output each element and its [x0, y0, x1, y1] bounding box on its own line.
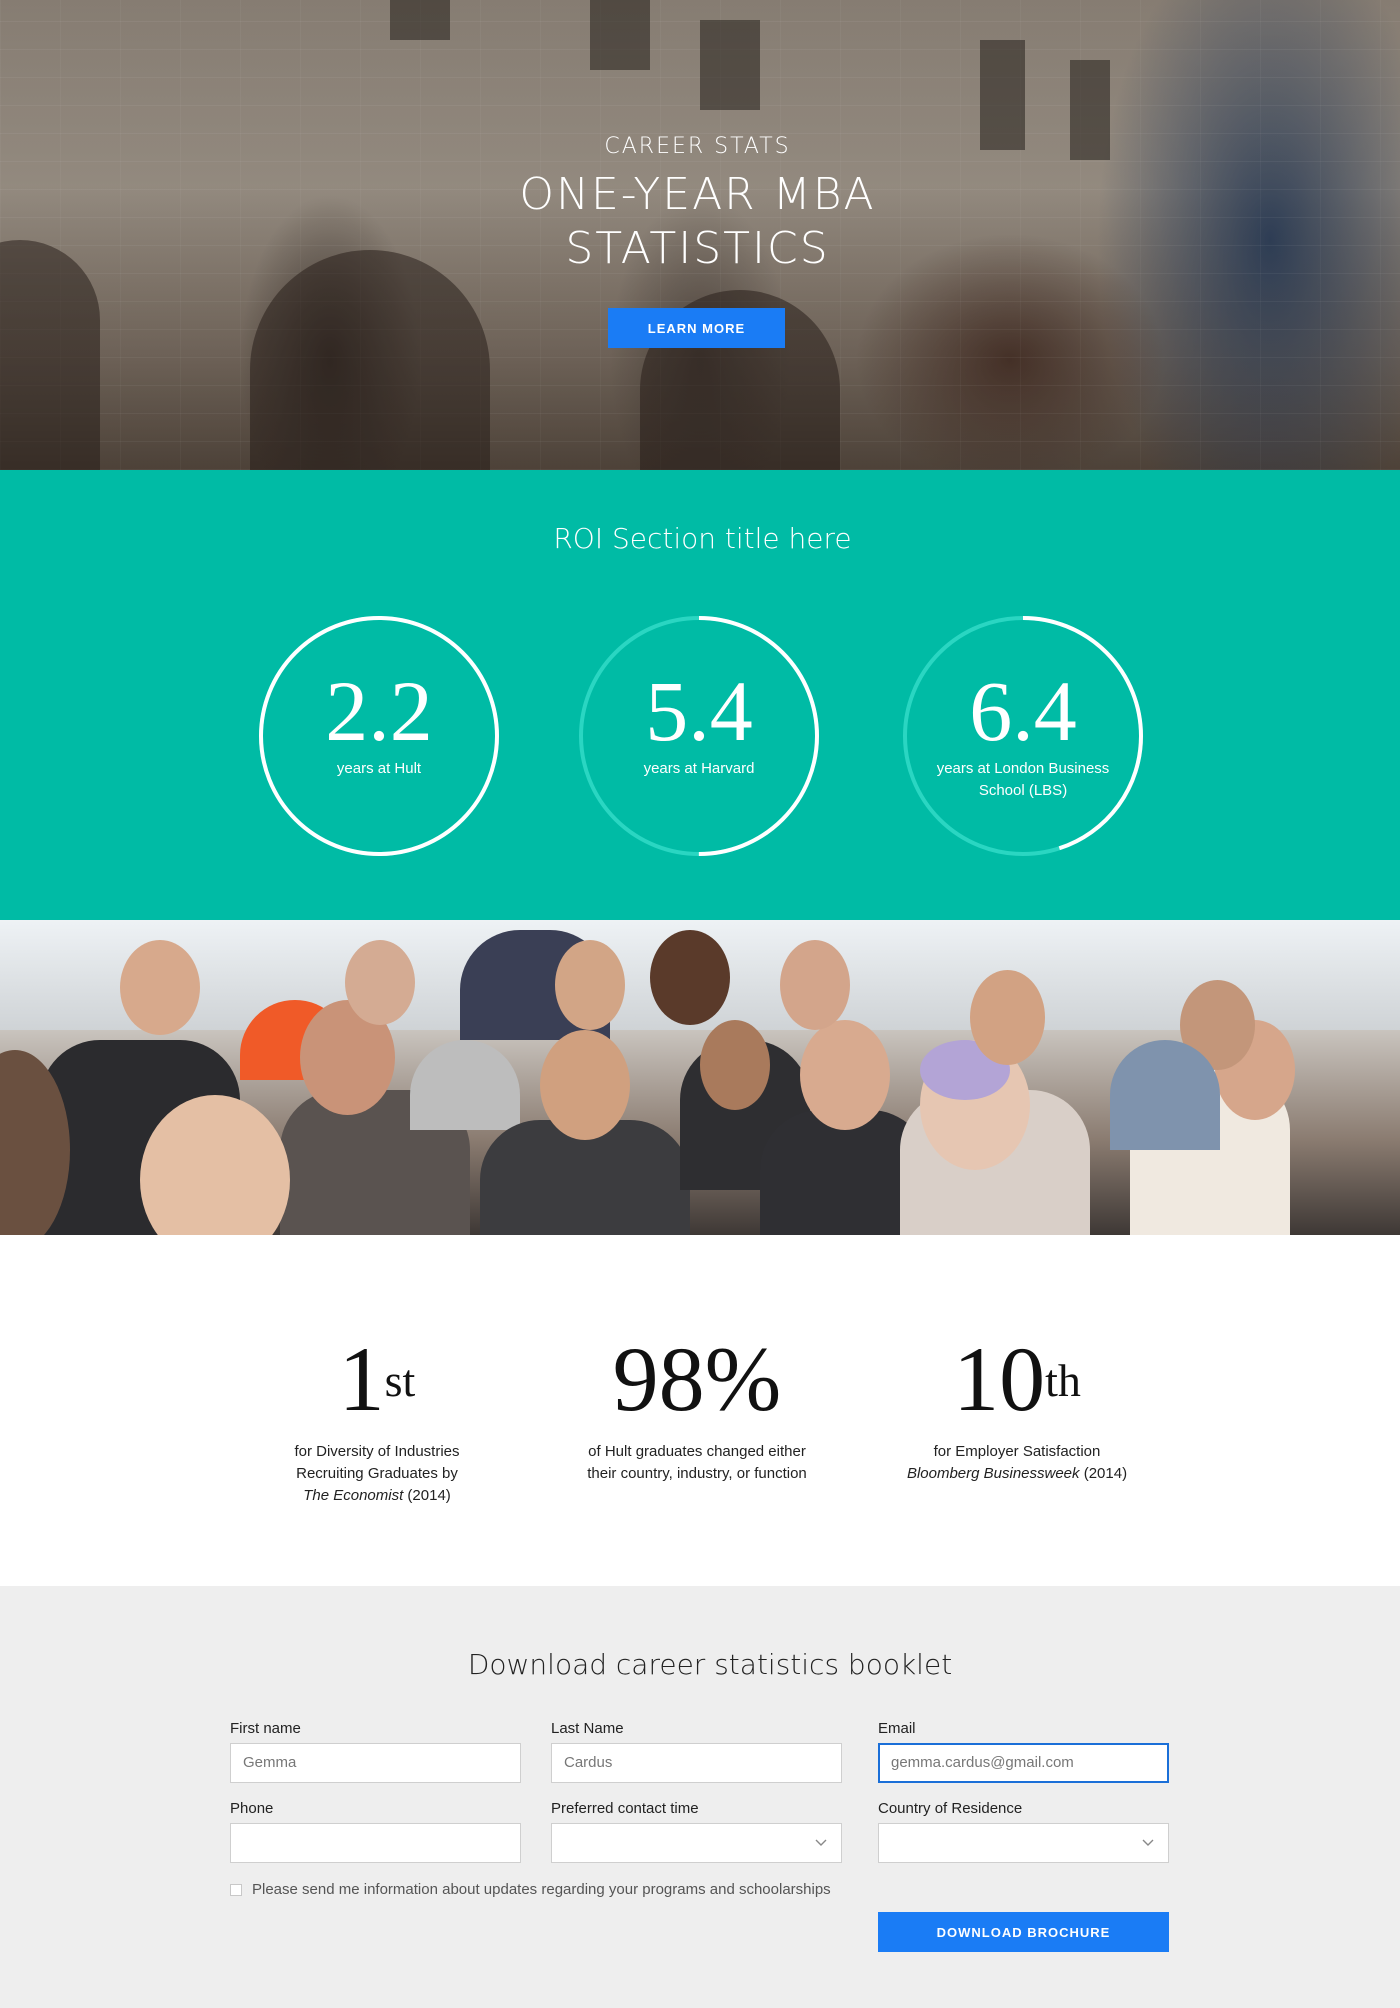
- photo-face: [970, 970, 1045, 1065]
- ranking-line: for Diversity of Industries: [294, 1443, 460, 1460]
- roi-value: 2.2: [325, 663, 433, 759]
- photo-face: [780, 940, 850, 1030]
- ranking-employer-satisfaction: 10th for Employer Satisfaction Bloomberg…: [877, 1329, 1157, 1485]
- photo-face: [345, 940, 415, 1025]
- hero-title: ONE-YEAR MBA STATISTICS: [0, 168, 1395, 276]
- classroom-photo: [0, 920, 1400, 1235]
- roi-label: years at Harvard: [643, 760, 755, 777]
- roi-value: 6.4: [969, 663, 1077, 759]
- chevron-down-icon: [815, 1839, 827, 1846]
- roi-stat-lbs: 6.4 years at London Business School (LBS…: [901, 614, 1145, 858]
- contact-time-select[interactable]: [551, 1823, 842, 1863]
- roi-label: years at London Business School (LBS): [936, 760, 1110, 799]
- consent-checkbox[interactable]: [230, 1884, 242, 1896]
- ranking-source-name: Bloomberg Businessweek: [906, 1465, 1080, 1482]
- photo-face: [540, 1030, 630, 1140]
- email-label: Email: [878, 1720, 916, 1737]
- ranking-source: Bloomberg Businessweek (2014): [877, 1463, 1157, 1485]
- ranking-diversity: 1st for Diversity of Industries Recruiti…: [237, 1329, 517, 1507]
- email-field[interactable]: gemma.cardus@gmail.com: [878, 1743, 1169, 1783]
- hero-title-line: STATISTICS: [565, 223, 830, 274]
- hero-banner: CAREER STATS ONE-YEAR MBA STATISTICS LEA…: [0, 0, 1400, 470]
- ranking-number: 98%: [557, 1329, 837, 1429]
- ranking-number: 10th: [877, 1329, 1157, 1429]
- photo-person: [1110, 1040, 1220, 1150]
- first-name-label: First name: [230, 1720, 301, 1737]
- photo-laptop: [410, 1040, 520, 1130]
- ranking-description: for Diversity of Industries Recruiting G…: [237, 1441, 517, 1507]
- photo-face: [120, 940, 200, 1035]
- photo-face: [555, 940, 625, 1030]
- country-label: Country of Residence: [878, 1800, 1023, 1817]
- last-name-label: Last Name: [551, 1720, 624, 1737]
- brochure-form: Download career statistics booklet First…: [0, 1586, 1400, 2008]
- consent-label: Please send me information about updates…: [252, 1881, 831, 1898]
- ranking-description: of Hult graduates changed either their c…: [557, 1441, 837, 1485]
- roi-section: ROI Section title here 2.2 years at Hult…: [0, 470, 1400, 920]
- hero-kicker: CAREER STATS: [604, 134, 791, 159]
- rankings-section: 1st for Diversity of Industries Recruiti…: [0, 1235, 1400, 1586]
- ranking-source: The Economist (2014): [237, 1485, 517, 1507]
- learn-more-button[interactable]: LEARN MORE: [608, 308, 785, 348]
- phone-label: Phone: [230, 1800, 274, 1817]
- ranking-suffix: th: [1045, 1355, 1081, 1406]
- ranking-source-name: The Economist: [303, 1487, 404, 1504]
- roi-value: 5.4: [645, 663, 753, 759]
- ranking-career-change: 98% of Hult graduates changed either the…: [557, 1329, 837, 1485]
- roi-label: years at Hult: [336, 760, 422, 777]
- ranking-number: 1st: [237, 1329, 517, 1429]
- roi-stat-harvard: 5.4 years at Harvard: [577, 614, 821, 858]
- ranking-line: for Employer Satisfaction: [933, 1443, 1101, 1460]
- contact-time-label: Preferred contact time: [551, 1800, 699, 1817]
- ranking-source-year: (2014): [403, 1487, 451, 1504]
- ranking-suffix: st: [384, 1355, 416, 1406]
- phone-field[interactable]: [230, 1823, 521, 1863]
- ranking-value: 98%: [612, 1328, 782, 1430]
- ranking-value: 1: [338, 1328, 385, 1430]
- hero-title-line: ONE-YEAR MBA: [519, 169, 876, 220]
- roi-stat-hult: 2.2 years at Hult: [257, 614, 501, 858]
- country-select[interactable]: [878, 1823, 1169, 1863]
- form-title: Download career statistics booklet: [467, 1648, 953, 1681]
- ranking-line: their country, industry, or function: [587, 1465, 807, 1482]
- ranking-line: Recruiting Graduates by: [296, 1465, 458, 1482]
- chevron-down-icon: [1142, 1839, 1154, 1846]
- photo-face: [800, 1020, 890, 1130]
- ranking-line: of Hult graduates changed either: [588, 1443, 806, 1460]
- last-name-field[interactable]: Cardus: [551, 1743, 842, 1783]
- photo-face: [650, 930, 730, 1025]
- photo-face: [700, 1020, 770, 1110]
- ranking-source-year: (2014): [1079, 1465, 1128, 1482]
- download-brochure-button[interactable]: DOWNLOAD BROCHURE: [878, 1912, 1169, 1952]
- ranking-value: 10: [953, 1328, 1046, 1430]
- ranking-description: for Employer Satisfaction Bloomberg Busi…: [877, 1441, 1157, 1485]
- roi-section-title: ROI Section title here: [553, 522, 852, 555]
- first-name-field[interactable]: Gemma: [230, 1743, 521, 1783]
